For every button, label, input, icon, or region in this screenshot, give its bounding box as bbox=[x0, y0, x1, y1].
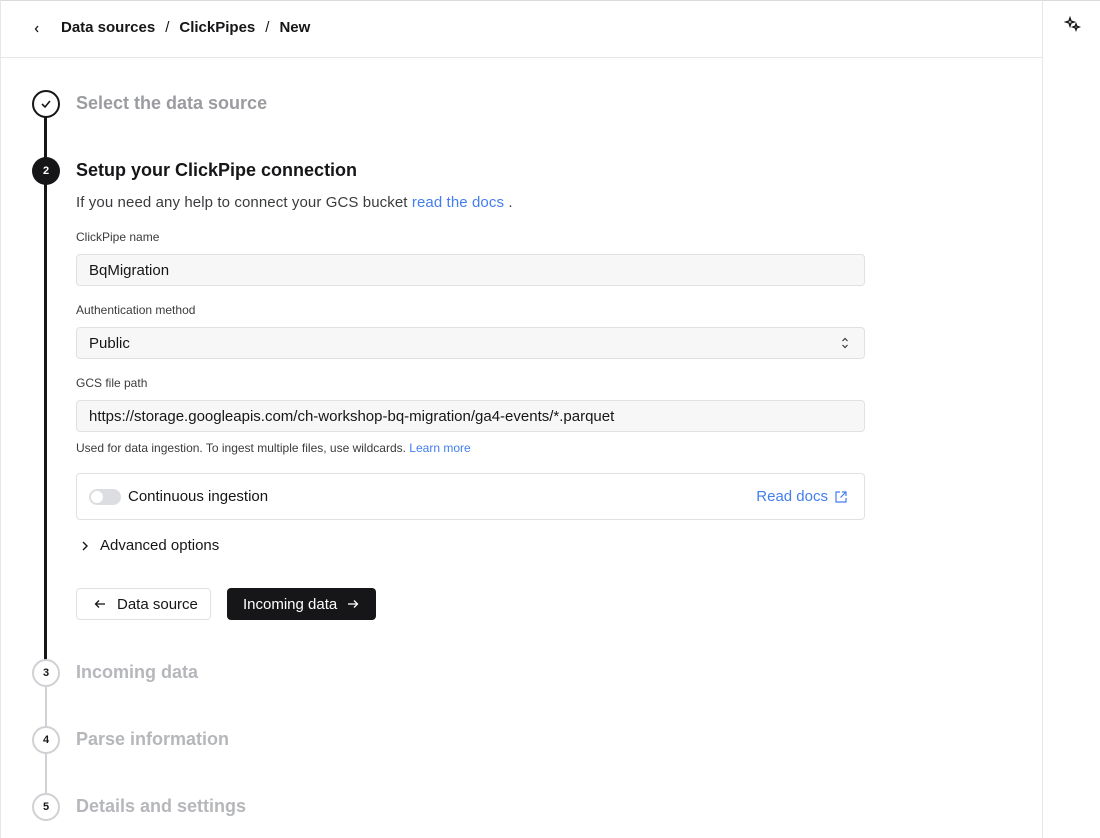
breadcrumb-data-sources[interactable]: Data sources bbox=[61, 19, 155, 36]
continuous-ingestion-card: Continuous ingestion Read docs bbox=[76, 473, 865, 520]
step-connector-complete bbox=[44, 116, 47, 160]
auth-method-value: Public bbox=[89, 334, 130, 352]
step-4-marker: 4 bbox=[32, 726, 60, 754]
clickpipe-name-value: BqMigration bbox=[89, 261, 170, 279]
step-3-marker: 3 bbox=[32, 659, 60, 687]
help-text-suffix: . bbox=[508, 194, 513, 211]
gcs-path-hint: Used for data ingestion. To ingest multi… bbox=[76, 441, 471, 455]
breadcrumb-separator: / bbox=[165, 19, 170, 36]
back-to-data-source-button[interactable]: Data source bbox=[76, 588, 211, 620]
breadcrumb: Data sources / ClickPipes / New bbox=[61, 19, 310, 36]
step-5-marker: 5 bbox=[32, 793, 60, 821]
read-the-docs-link[interactable]: read the docs bbox=[412, 194, 504, 211]
gcs-path-label: GCS file path bbox=[76, 376, 148, 390]
breadcrumb-clickpipes[interactable]: ClickPipes bbox=[179, 19, 255, 36]
back-chevron-icon[interactable] bbox=[28, 20, 46, 38]
help-text: If you need any help to connect your GCS… bbox=[76, 194, 513, 211]
check-icon bbox=[41, 100, 51, 109]
help-text-prefix: If you need any help to connect your GCS… bbox=[76, 194, 408, 211]
read-docs-label: Read docs bbox=[756, 488, 828, 505]
step-1-title[interactable]: Select the data source bbox=[76, 93, 267, 114]
step-connector-active bbox=[44, 183, 47, 661]
clickpipe-name-label: ClickPipe name bbox=[76, 230, 160, 244]
step-3-title: Incoming data bbox=[76, 662, 199, 682]
breadcrumb-new: New bbox=[279, 19, 311, 36]
auth-method-select[interactable]: Public bbox=[76, 327, 865, 359]
sparkle-icon[interactable] bbox=[1063, 15, 1082, 34]
step-5-title: Details and settings bbox=[76, 796, 247, 816]
gcs-path-value: https://storage.googleapis.com/ch-worksh… bbox=[89, 407, 615, 425]
step-2-marker: 2 bbox=[32, 157, 60, 185]
select-caret-icon bbox=[840, 336, 850, 350]
next-button-label: Incoming data bbox=[243, 595, 338, 613]
arrow-right-icon bbox=[348, 600, 359, 608]
gcs-path-hint-text: Used for data ingestion. To ingest multi… bbox=[76, 441, 406, 455]
step-1-complete-marker bbox=[32, 90, 60, 118]
external-link-icon bbox=[835, 490, 847, 503]
right-rail bbox=[1043, 0, 1100, 838]
read-docs-link[interactable]: Read docs bbox=[756, 488, 848, 505]
learn-more-link[interactable]: Learn more bbox=[409, 441, 470, 455]
chevron-right-icon bbox=[82, 541, 88, 550]
continuous-ingestion-toggle[interactable] bbox=[89, 489, 121, 505]
advanced-options-label: Advanced options bbox=[100, 537, 220, 554]
breadcrumb-separator: / bbox=[265, 19, 270, 36]
step-2-title: Setup your ClickPipe connection bbox=[76, 160, 358, 180]
auth-method-label: Authentication method bbox=[76, 303, 196, 317]
gcs-path-input[interactable]: https://storage.googleapis.com/ch-worksh… bbox=[76, 400, 865, 432]
clickpipe-name-input[interactable]: BqMigration bbox=[76, 254, 865, 286]
continuous-ingestion-label: Continuous ingestion bbox=[128, 488, 269, 505]
toggle-knob bbox=[91, 491, 103, 503]
step-4-title: Parse information bbox=[76, 729, 230, 749]
back-button-label: Data source bbox=[117, 595, 198, 613]
step-connector-pending bbox=[45, 753, 47, 795]
incoming-data-button[interactable]: Incoming data bbox=[227, 588, 376, 620]
step-connector-pending bbox=[45, 686, 47, 728]
arrow-left-icon bbox=[94, 600, 105, 608]
advanced-options-toggle[interactable]: Advanced options bbox=[78, 537, 219, 554]
